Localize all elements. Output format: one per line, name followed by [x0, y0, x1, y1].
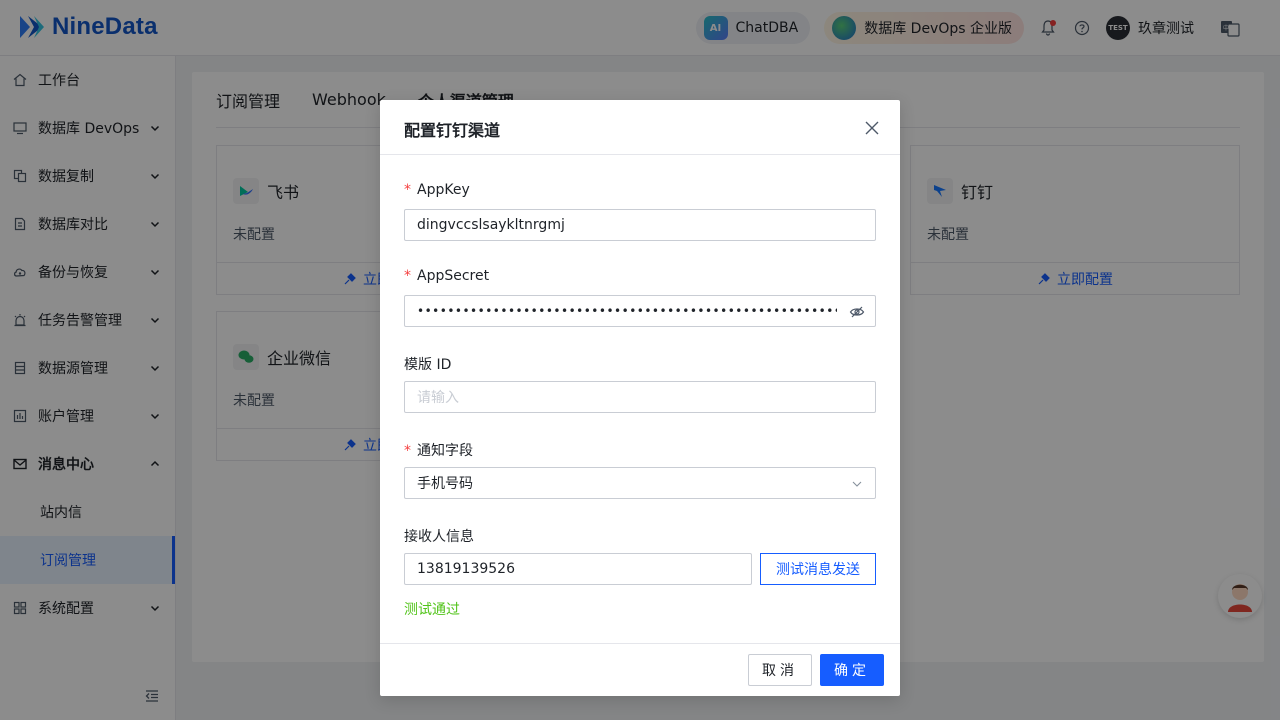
- required-mark: *: [404, 268, 411, 284]
- appsecret-label-text: AppSecret: [417, 268, 490, 284]
- eye-slash-icon[interactable]: [849, 304, 865, 320]
- required-mark: *: [404, 443, 411, 459]
- test-result-text: 测试通过: [404, 602, 460, 618]
- dialog-title: 配置钉钉渠道: [404, 121, 501, 140]
- cancel-button[interactable]: 取消: [748, 654, 812, 686]
- appsecret-label: * AppSecret: [404, 268, 489, 284]
- dialog-footer: 取消 确定: [380, 643, 900, 696]
- notify-field-label: * 通知字段: [404, 440, 473, 460]
- dialog-header: 配置钉钉渠道: [380, 100, 900, 155]
- required-mark: *: [404, 182, 411, 198]
- receiver-label: 接收人信息: [404, 529, 474, 545]
- appsecret-input[interactable]: ••••••••••••••••••••••••••••••••••••••••…: [404, 295, 876, 327]
- test-send-button[interactable]: 测试消息发送: [760, 553, 876, 585]
- appkey-value: dingvccslsaykltnrgmj: [417, 217, 565, 233]
- template-id-label: 模版 ID: [404, 357, 452, 373]
- appkey-input[interactable]: dingvccslsaykltnrgmj: [404, 209, 876, 241]
- notify-field-select[interactable]: 手机号码: [404, 467, 876, 499]
- notify-field-value: 手机号码: [417, 476, 473, 492]
- chevron-down-icon: [852, 481, 862, 487]
- template-id-placeholder: 请输入: [417, 390, 459, 406]
- appsecret-value: ••••••••••••••••••••••••••••••••••••••••…: [417, 304, 837, 318]
- appkey-label: * AppKey: [404, 182, 470, 198]
- receiver-input[interactable]: 13819139526: [404, 553, 752, 585]
- appkey-label-text: AppKey: [417, 182, 470, 198]
- notify-field-label-text: 通知字段: [417, 443, 473, 459]
- dingtalk-config-dialog: 配置钉钉渠道 * AppKey dingvccslsaykltnrgmj * App…: [380, 100, 900, 696]
- confirm-button[interactable]: 确定: [820, 654, 884, 686]
- close-icon[interactable]: [864, 120, 880, 136]
- template-id-input[interactable]: 请输入: [404, 381, 876, 413]
- receiver-value: 13819139526: [417, 561, 515, 577]
